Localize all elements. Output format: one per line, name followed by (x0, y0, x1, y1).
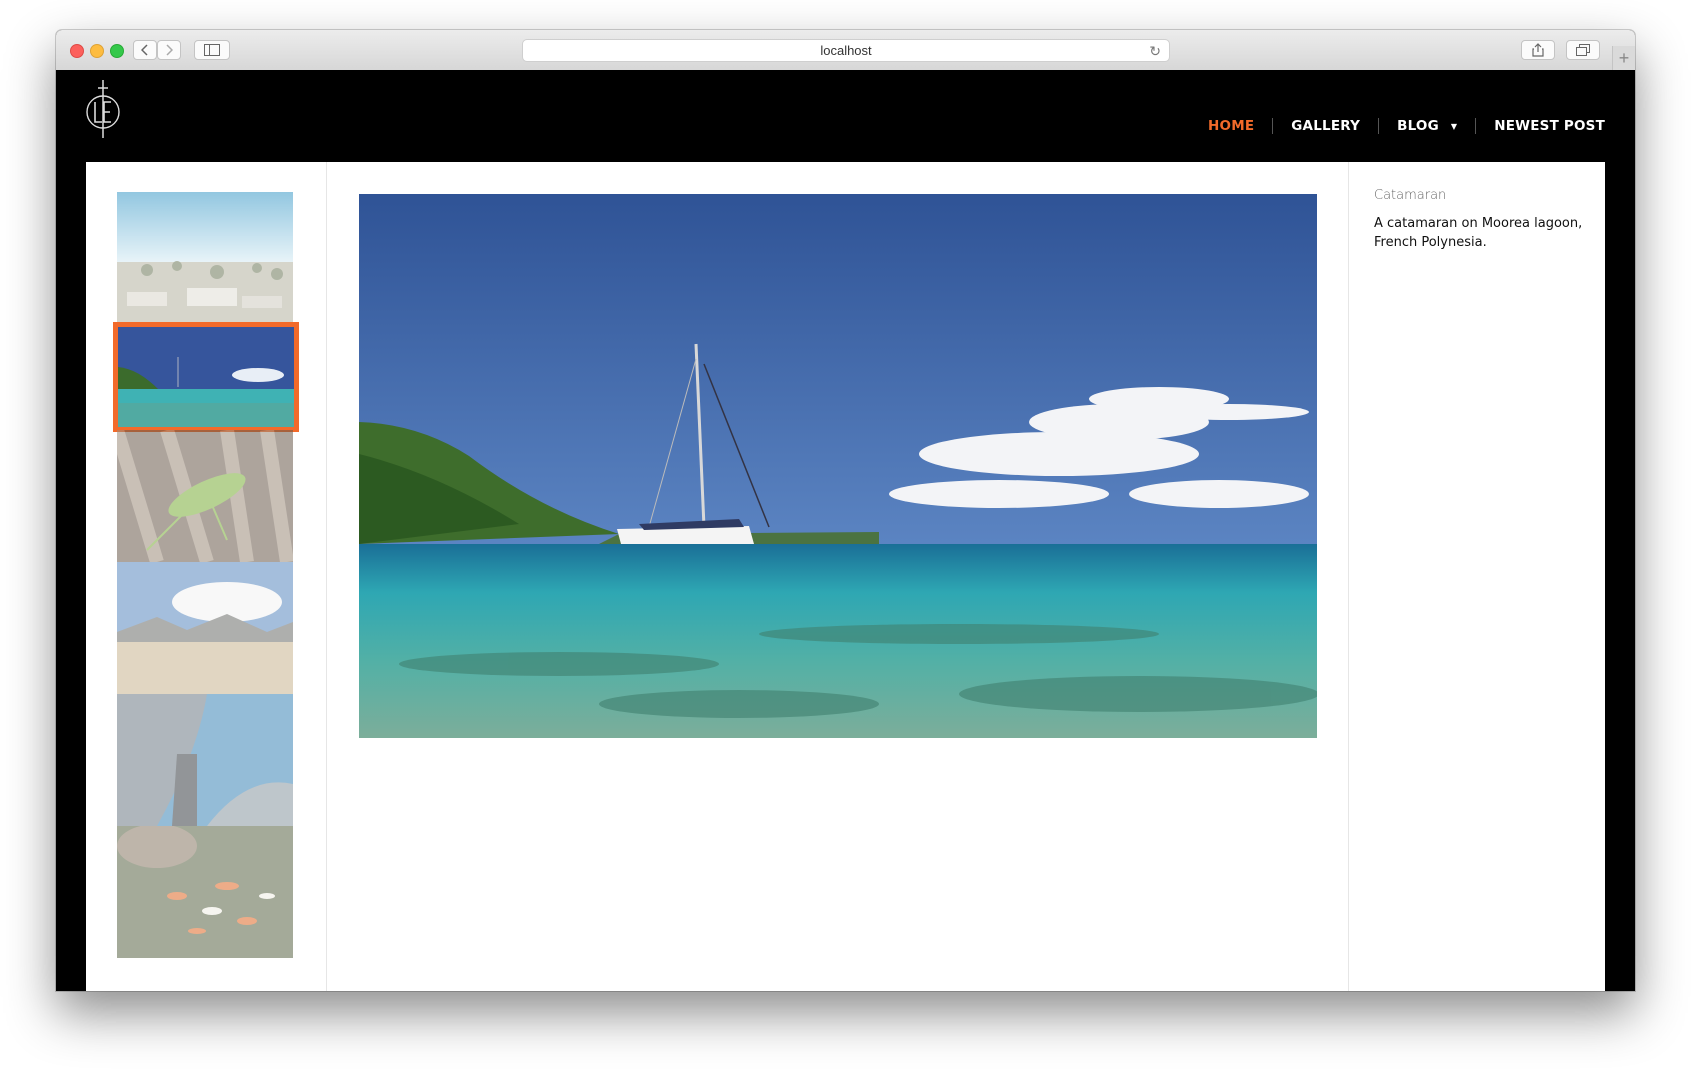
thumbnail-strip[interactable] (86, 162, 327, 991)
nav-blog[interactable]: BLOG ▼ (1397, 118, 1457, 134)
browser-window: localhost ↻ + HOME GALLERY BLOG ▼ NEWEST… (56, 30, 1635, 991)
sidebar-toggle-button[interactable] (194, 40, 230, 60)
photo-details: Catamaran A catamaran on Moorea lagoon, … (1348, 162, 1606, 991)
koi-pond-image (117, 826, 293, 958)
nav-divider (1475, 118, 1477, 134)
share-icon (1532, 43, 1544, 57)
forward-button[interactable] (157, 40, 181, 60)
thumbnail-desert[interactable] (117, 562, 293, 694)
address-bar[interactable]: localhost ↻ (522, 39, 1170, 62)
sidebar-icon (204, 44, 220, 56)
back-button[interactable] (133, 40, 157, 60)
caret-down-icon: ▼ (1450, 121, 1458, 131)
thumbnail-catamaran[interactable] (113, 322, 299, 432)
thumbnail-beach-town[interactable] (117, 192, 293, 324)
katydid-image (117, 430, 293, 562)
close-window-button[interactable] (70, 44, 84, 58)
gallery-content: Catamaran A catamaran on Moorea lagoon, … (86, 162, 1605, 991)
share-button[interactable] (1521, 40, 1555, 60)
browser-titlebar: localhost ↻ + (56, 30, 1635, 71)
address-text: localhost (820, 43, 872, 58)
tabs-icon (1576, 44, 1590, 56)
chevron-left-icon (141, 44, 148, 56)
minimize-window-button[interactable] (90, 44, 104, 58)
thumbnail-koi-pond[interactable] (117, 826, 293, 958)
desert-image (117, 562, 293, 694)
featured-photo[interactable] (359, 194, 1317, 738)
nav-blog-label: BLOG (1397, 118, 1439, 134)
tabs-overview-button[interactable] (1566, 40, 1600, 60)
nav-divider (1272, 118, 1274, 134)
chevron-right-icon (166, 44, 173, 56)
nav-divider (1378, 118, 1380, 134)
le-dagger-logo-icon[interactable] (84, 80, 122, 140)
plus-icon[interactable]: + (1612, 46, 1635, 70)
main-nav: HOME GALLERY BLOG ▼ NEWEST POST (1208, 118, 1605, 134)
nav-newest-post[interactable]: NEWEST POST (1494, 118, 1605, 134)
catamaran-thumb-image (118, 327, 294, 427)
photo-title: Catamaran (1374, 188, 1447, 203)
photo-description: A catamaran on Moorea lagoon, French Pol… (1374, 216, 1583, 250)
reload-icon[interactable]: ↻ (1149, 41, 1161, 62)
nav-gallery[interactable]: GALLERY (1291, 118, 1360, 134)
site-header: HOME GALLERY BLOG ▼ NEWEST POST (56, 70, 1635, 162)
beach-town-image (117, 192, 293, 324)
thumbnail-katydid[interactable] (117, 430, 293, 562)
thumbnail-building[interactable] (117, 694, 293, 826)
catamaran-photo (359, 194, 1317, 738)
building-image (117, 694, 293, 826)
maximize-window-button[interactable] (110, 44, 124, 58)
nav-home[interactable]: HOME (1208, 118, 1254, 134)
